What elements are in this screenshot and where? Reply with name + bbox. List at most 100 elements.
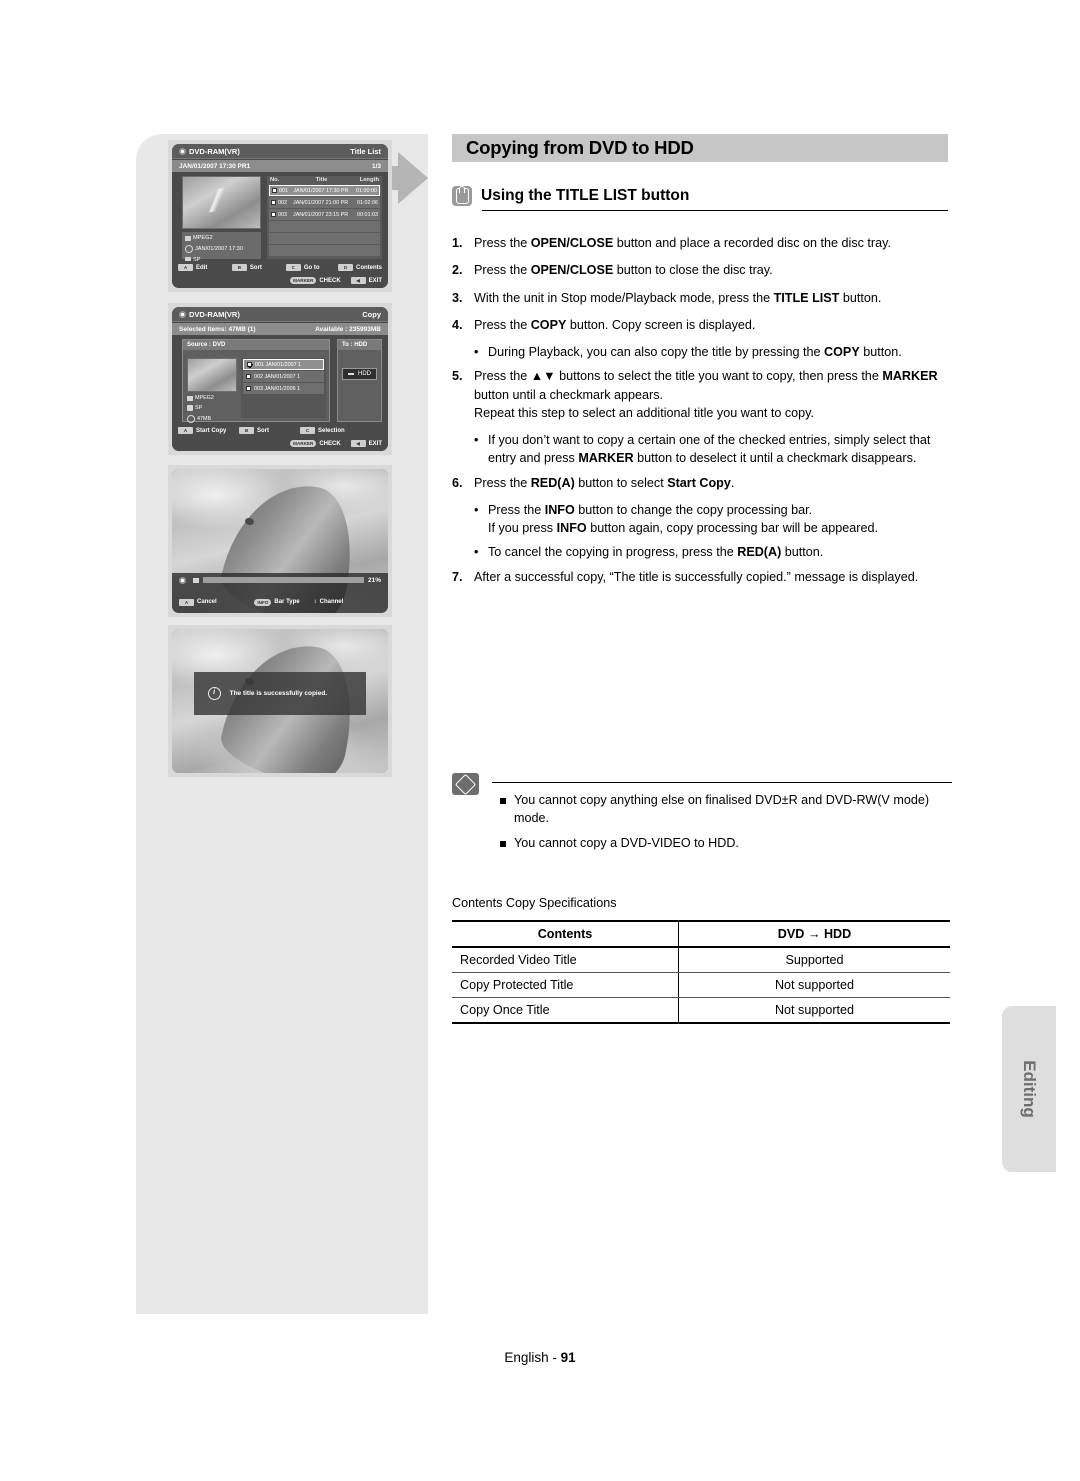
title-list-row[interactable]: 002 JAN/01/2007 21:00 PR 01:02:06: [269, 197, 380, 208]
cell-content-type: Copy Once Title: [452, 997, 679, 1024]
mode-label: Copy: [362, 309, 381, 319]
row-no: 003: [278, 211, 287, 218]
row-checkbox[interactable]: [247, 362, 252, 367]
key-glyph: MARKER: [290, 440, 317, 447]
step-item: 1. Press the OPEN/CLOSE button and place…: [452, 234, 952, 252]
col-length: Length: [359, 177, 379, 183]
footer-key-selection[interactable]: C Selection: [300, 427, 356, 434]
osd-titlebar: DVD-RAM(VR) Copy: [172, 307, 388, 322]
note-item: You cannot copy a DVD-VIDEO to HDD.: [500, 834, 952, 852]
section-title: Using the TITLE LIST button: [481, 187, 690, 204]
info-format: MPEG2: [195, 395, 214, 401]
source-list-row[interactable]: 002 JAN/01/2007 1: [243, 371, 324, 382]
footer-key-edit[interactable]: A Edit: [178, 264, 229, 271]
lock-icon: [187, 405, 193, 411]
note-text: You cannot copy a DVD-VIDEO to HDD.: [514, 835, 739, 850]
footer-key-cancel[interactable]: A Cancel: [179, 598, 217, 606]
row-checkbox[interactable]: [246, 374, 251, 379]
key-glyph: A: [178, 427, 193, 434]
step-bullet: • Press the INFO button to change the co…: [474, 501, 952, 538]
row-label: 001 JAN/01/2007 1: [255, 361, 302, 368]
row-title: JAN/01/2007 17:30 PR: [293, 187, 349, 194]
page-title-banner: Copying from DVD to HDD: [452, 134, 948, 162]
footer-key-channel[interactable]: ↕ Channel: [314, 599, 344, 605]
footer-key-sort[interactable]: B Sort: [239, 427, 297, 434]
step-number: 5.: [452, 369, 463, 384]
key-glyph: ◀: [350, 440, 366, 447]
hdd-icon: [348, 373, 354, 375]
progress-percent: 21%: [367, 576, 381, 584]
step-bullet: • To cancel the copying in progress, pre…: [474, 543, 952, 561]
row-title: JAN/01/2007 23:15 PR: [293, 211, 349, 218]
row-label: 002 JAN/01/2007 1: [254, 373, 301, 380]
destination-hdd-item[interactable]: HDD: [342, 368, 377, 380]
footer-key-start-copy[interactable]: A Start Copy: [178, 427, 236, 434]
key-glyph: A: [178, 264, 193, 271]
copy-progress-bar: 21%: [172, 573, 388, 587]
step-item: 2. Press the OPEN/CLOSE button to close …: [452, 261, 952, 279]
source-list-row[interactable]: 003 JAN/01/2006 1: [243, 383, 324, 394]
footer-language: English -: [504, 1350, 557, 1365]
screenshot-success-message: i The title is successfully copied.: [168, 625, 392, 777]
osd-footer: A Cancel INFO Bar Type ↕ Channel: [172, 587, 388, 613]
table-row: Copy Once Title Not supported: [452, 997, 950, 1024]
format-icon: [185, 235, 191, 241]
bullet-icon: •: [474, 433, 479, 447]
pencil-note-icon: [452, 773, 479, 795]
footer-key-marker-check[interactable]: MARKER CHECK: [290, 277, 341, 284]
key-label: Channel: [319, 599, 344, 605]
section-side-tab: Editing: [1002, 1006, 1056, 1172]
table-row: Copy Protected Title Not supported: [452, 972, 950, 998]
row-checkbox[interactable]: [246, 386, 251, 391]
destination-pane-header: To : HDD: [338, 340, 381, 350]
info-format: MPEG2: [193, 235, 213, 241]
title-list-row[interactable]: 001 JAN/01/2007 17:30 PR 01:00:00: [269, 185, 380, 196]
key-label: EXIT: [368, 277, 382, 284]
source-pane: Source : DVD MPEG2 SP 47MB 001 JAN/01/20…: [182, 339, 330, 423]
title-list-row[interactable]: 003 JAN/01/2007 23:15 PR 00:01:03: [269, 209, 380, 220]
key-label: Contents: [356, 264, 382, 271]
square-bullet-icon: [500, 834, 514, 852]
title-list-row-empty: [269, 221, 380, 232]
footer-key-goto[interactable]: C Go to: [285, 264, 335, 271]
footer-key-bar-type[interactable]: INFO Bar Type: [254, 598, 300, 606]
disc-icon: [179, 147, 186, 155]
step-number: 3.: [452, 290, 463, 305]
cell-support: Not supported: [678, 972, 950, 998]
footer-key-exit[interactable]: ◀ EXIT: [350, 277, 382, 284]
key-glyph: B: [239, 427, 254, 434]
footer-key-contents[interactable]: D Contents: [338, 264, 382, 271]
source-title-list[interactable]: 001 JAN/01/2007 1 002 JAN/01/2007 1 003 …: [241, 358, 326, 418]
step-text: Press the RED(A) button to select Start …: [474, 475, 735, 490]
table-header-dvd-hdd: DVD → HDD: [678, 920, 950, 948]
table-row: Recorded Video Title Supported: [452, 947, 950, 973]
step-item: 5. Press the ▲▼ buttons to select the ti…: [452, 367, 952, 422]
step-number: 1.: [452, 236, 463, 250]
step-number: 6.: [452, 475, 463, 490]
screenshot-copy-progress: 21% A Cancel INFO Bar Type ↕ Channel: [168, 465, 392, 617]
selected-items-label: Selected Items: 47MB (1): [179, 325, 256, 333]
bullet-icon: •: [474, 345, 479, 359]
source-list-row[interactable]: 001 JAN/01/2007 1: [243, 359, 324, 370]
row-length: 01:00:00: [356, 187, 377, 194]
key-glyph: C: [300, 427, 315, 434]
footer-key-exit[interactable]: ◀ EXIT: [350, 440, 382, 447]
bullet-icon: •: [474, 545, 479, 560]
row-checkbox[interactable]: [272, 188, 277, 193]
title-thumbnail: [182, 176, 261, 229]
current-title-date: JAN/01/2007 17:30 PR1: [179, 162, 251, 170]
info-datetime: JAN/01/2007 17:30: [195, 246, 243, 252]
step-item: 7. After a successful copy, “The title i…: [452, 568, 952, 586]
title-list[interactable]: No. Title Length 001 JAN/01/2007 17:30 P…: [267, 176, 382, 259]
key-label: Selection: [318, 427, 345, 434]
footer-key-sort[interactable]: B Sort: [231, 264, 283, 271]
row-checkbox[interactable]: [271, 200, 276, 205]
row-checkbox[interactable]: [271, 212, 276, 217]
key-glyph: D: [338, 264, 353, 271]
square-bullet-icon: [500, 791, 514, 828]
row-label: 003 JAN/01/2006 1: [254, 385, 301, 392]
side-tab-label: Editing: [1020, 1060, 1039, 1118]
step-bullet: • During Playback, you can also copy the…: [474, 343, 952, 361]
footer-key-marker-check[interactable]: MARKER CHECK: [290, 440, 341, 447]
key-label: Go to: [303, 264, 320, 271]
